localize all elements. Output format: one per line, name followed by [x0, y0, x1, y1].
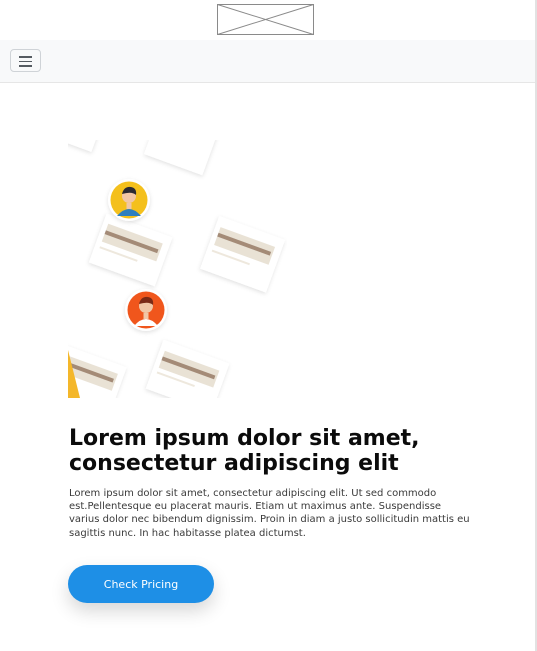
document-card	[144, 140, 218, 176]
menu-toggle-button[interactable]	[10, 49, 41, 72]
hamburger-bar	[19, 65, 32, 67]
user-avatar-icon	[108, 179, 150, 221]
navbar	[0, 40, 535, 83]
document-card	[88, 213, 173, 287]
user-avatar-icon	[125, 289, 167, 331]
document-card	[68, 140, 103, 152]
hero-headline: Lorem ipsum dolor sit amet, consectetur …	[69, 426, 420, 476]
hamburger-menu-icon	[19, 56, 32, 58]
logo-placeholder-icon[interactable]	[217, 4, 314, 35]
document-card	[200, 215, 286, 293]
document-card	[145, 339, 230, 398]
logo-bar	[0, 0, 535, 40]
hamburger-bar	[19, 60, 32, 62]
hero-illustration	[68, 140, 286, 398]
page: Lorem ipsum dolor sit amet, consectetur …	[0, 0, 537, 651]
check-pricing-button[interactable]: Check Pricing	[68, 565, 214, 603]
hero-description: Lorem ipsum dolor sit amet, consectetur …	[69, 488, 470, 539]
